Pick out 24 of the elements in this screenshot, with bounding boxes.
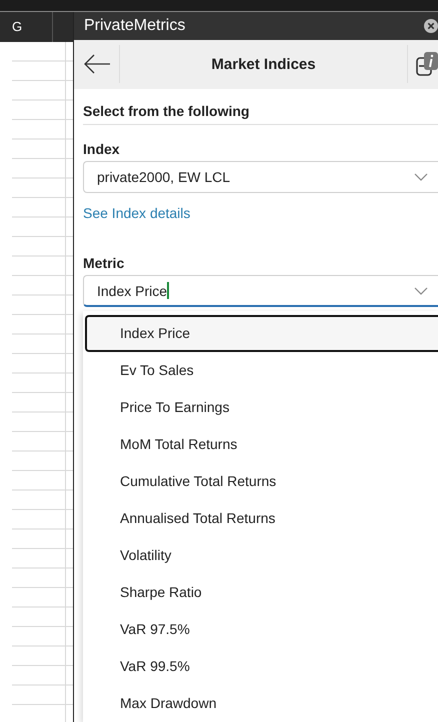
back-arrow-icon[interactable] xyxy=(82,54,110,74)
dropdown-option[interactable]: VaR 97.5% xyxy=(85,611,438,648)
page-title: Market Indices xyxy=(210,56,317,73)
section-heading: Select from the following xyxy=(83,103,438,125)
panel-title: PrivateMetrics xyxy=(84,16,186,35)
dropdown-option[interactable]: Cumulative Total Returns xyxy=(85,463,438,500)
dropdown-option[interactable]: Ev To Sales xyxy=(85,352,438,389)
dropdown-option[interactable]: Price To Earnings xyxy=(85,389,438,426)
dropdown-option[interactable]: Max Drawdown xyxy=(85,685,438,722)
select-field[interactable]: private2000, EW LCL xyxy=(83,161,438,193)
dropdown-option[interactable]: VaR 99.5% xyxy=(85,648,438,685)
field-label: Index xyxy=(83,141,121,157)
chevron-down-icon[interactable] xyxy=(414,286,428,294)
dropdown-option[interactable]: Sharpe Ratio xyxy=(85,574,438,611)
info-icon[interactable] xyxy=(416,51,438,78)
chevron-down-icon[interactable] xyxy=(414,173,428,181)
index-details-link[interactable]: See Index details xyxy=(83,205,190,221)
dropdown-option[interactable]: Volatility xyxy=(85,537,438,574)
close-icon[interactable] xyxy=(424,18,438,33)
dropdown-option[interactable]: Annualised Total Returns xyxy=(85,500,438,537)
dropdown-option[interactable]: Index Price xyxy=(85,315,438,352)
dropdown-option[interactable]: MoM Total Returns xyxy=(85,426,438,463)
field-label: Metric xyxy=(83,255,126,271)
combo-field[interactable]: Index Price xyxy=(83,275,438,307)
